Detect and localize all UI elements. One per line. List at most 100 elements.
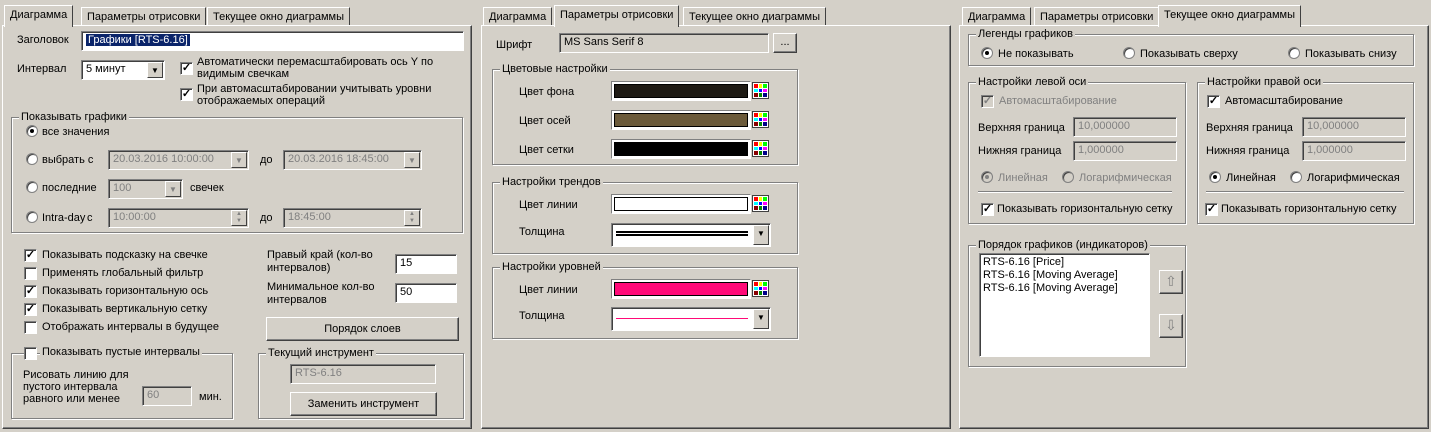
right-lower-input[interactable]: 1,000000 <box>1302 141 1406 161</box>
spinner-icon[interactable]: ▲ ▼ <box>404 210 420 226</box>
move-up-button[interactable]: ⇧ <box>1159 270 1183 294</box>
chevron-down-icon[interactable]: ▼ <box>753 309 769 329</box>
left-linear-radio[interactable] <box>981 171 993 183</box>
choose-range-radio[interactable] <box>26 153 38 165</box>
last-radio[interactable] <box>26 181 38 193</box>
to-date-select[interactable]: 20.03.2016 18:45:00 ▼ <box>283 150 422 170</box>
spinner-icon[interactable]: ▲ ▼ <box>231 210 247 226</box>
grid-color-swatch[interactable] <box>611 139 751 159</box>
bg-color-label: Цвет фона <box>519 86 575 98</box>
h-axis-checkbox[interactable]: ✓ <box>24 285 37 298</box>
interval-label: Интервал <box>17 63 67 75</box>
right-log-radio[interactable] <box>1290 171 1302 183</box>
right-autoscale-checkbox[interactable]: ✓ <box>1207 95 1220 108</box>
tab-render-settings[interactable]: Параметры отрисовки <box>81 7 207 27</box>
legend-bottom-radio[interactable] <box>1288 47 1300 59</box>
group-label: Настройки левой оси <box>976 76 1089 88</box>
tab-chart[interactable]: Диаграмма <box>4 5 74 27</box>
palette-icon[interactable] <box>752 280 769 297</box>
panel-current-window: Диаграмма Параметры отрисовки Текущее ок… <box>957 0 1431 432</box>
chevron-down-icon[interactable]: ▼ <box>165 181 181 197</box>
list-item[interactable]: RTS-6.16 [Moving Average] <box>983 269 1146 282</box>
right-edge-input[interactable]: 15 <box>395 254 457 274</box>
left-lower-label: Нижняя граница <box>978 145 1062 157</box>
last-label: последние <box>42 182 97 194</box>
global-filter-checkbox[interactable] <box>24 267 37 280</box>
min-count-input[interactable]: 50 <box>395 283 457 303</box>
tab-current-window[interactable]: Текущее окно диаграммы <box>1158 5 1302 27</box>
intraday-radio[interactable] <box>26 211 38 223</box>
trend-width-select[interactable]: ▼ <box>611 223 771 247</box>
palette-icon[interactable] <box>752 195 769 212</box>
level-width-label: Толщина <box>519 310 565 322</box>
font-picker-button[interactable]: ... <box>773 33 797 53</box>
bg-color-swatch[interactable] <box>611 81 751 101</box>
replace-instrument-button[interactable]: Заменить инструмент <box>290 392 437 416</box>
group-label: Порядок графиков (индикаторов) <box>976 239 1150 251</box>
global-filter-label: Применять глобальный фильтр <box>42 267 204 279</box>
axis-color-swatch[interactable] <box>611 110 751 130</box>
from-date-select[interactable]: 20.03.2016 10:00:00 ▼ <box>108 150 249 170</box>
legend-top-label: Показывать сверху <box>1140 48 1238 60</box>
arrow-down-icon: ⇩ <box>1165 317 1177 333</box>
list-item[interactable]: RTS-6.16 [Price] <box>983 256 1146 269</box>
list-item[interactable]: RTS-6.16 [Moving Average] <box>983 282 1146 295</box>
show-empty-label: Показывать пустые интервалы <box>40 346 202 358</box>
right-upper-input[interactable]: 10,000000 <box>1302 117 1406 137</box>
intraday-from-label: с <box>87 212 93 224</box>
legend-top-radio[interactable] <box>1123 47 1135 59</box>
palette-icon[interactable] <box>752 111 769 128</box>
group-label: Цветовые настройки <box>500 63 610 75</box>
tab-render-settings[interactable]: Параметры отрисовки <box>1034 7 1160 27</box>
interval-select[interactable]: 5 минут ▼ <box>81 60 165 80</box>
empty-interval-input[interactable]: 60 <box>142 386 192 406</box>
consider-levels-checkbox[interactable]: ✓ <box>180 88 193 101</box>
last-count-select[interactable]: 100 ▼ <box>108 179 183 199</box>
level-width-select[interactable]: ▼ <box>611 307 771 331</box>
right-h-grid-label: Показывать горизонтальную сетку <box>1221 203 1397 215</box>
chevron-down-icon[interactable]: ▼ <box>753 225 769 245</box>
auto-rescale-checkbox[interactable]: ✓ <box>180 62 193 75</box>
left-upper-input[interactable]: 10,000000 <box>1073 117 1177 137</box>
show-hint-label: Показывать подсказку на свечке <box>42 249 208 261</box>
instrument-input[interactable]: RTS-6.16 <box>290 364 436 384</box>
group-label: Настройки уровней <box>500 261 603 273</box>
future-intervals-checkbox[interactable] <box>24 321 37 334</box>
left-lower-input[interactable]: 1,000000 <box>1073 141 1177 161</box>
move-down-button[interactable]: ⇩ <box>1159 314 1183 338</box>
group-label: Настройки трендов <box>500 176 603 188</box>
show-hint-checkbox[interactable]: ✓ <box>24 249 37 262</box>
right-h-grid-checkbox[interactable]: ✓ <box>1205 203 1218 216</box>
palette-icon[interactable] <box>752 140 769 157</box>
chevron-down-icon[interactable]: ▼ <box>404 152 420 168</box>
intraday-from-input[interactable]: 10:00:00 ▲ ▼ <box>108 208 249 228</box>
palette-icon[interactable] <box>752 82 769 99</box>
to-label: до <box>260 154 273 166</box>
tab-render-settings[interactable]: Параметры отрисовки <box>554 5 680 27</box>
trend-width-label: Толщина <box>519 226 565 238</box>
layer-order-button[interactable]: Порядок слоев <box>266 317 459 341</box>
title-value: Графики [RTS-6.16] <box>86 34 190 46</box>
show-empty-checkbox[interactable] <box>24 347 37 360</box>
legend-none-radio[interactable] <box>981 47 993 59</box>
right-lower-label: Нижняя граница <box>1206 145 1290 157</box>
left-autoscale-checkbox[interactable]: ✓ <box>981 95 994 108</box>
v-grid-checkbox[interactable]: ✓ <box>24 303 37 316</box>
right-linear-radio[interactable] <box>1209 171 1221 183</box>
tab-chart[interactable]: Диаграмма <box>483 7 553 27</box>
tab-chart[interactable]: Диаграмма <box>962 7 1032 27</box>
level-line-color-swatch[interactable] <box>611 279 751 299</box>
chevron-down-icon[interactable]: ▼ <box>147 62 163 78</box>
tab-current-window[interactable]: Текущее окно диаграммы <box>207 7 351 27</box>
title-input[interactable]: Графики [RTS-6.16] <box>81 31 464 51</box>
left-log-radio[interactable] <box>1062 171 1074 183</box>
left-h-grid-checkbox[interactable]: ✓ <box>981 203 994 216</box>
chevron-down-icon[interactable]: ▼ <box>231 152 247 168</box>
trend-line-color-swatch[interactable] <box>611 194 751 214</box>
legend-none-label: Не показывать <box>998 48 1074 60</box>
all-values-radio[interactable] <box>26 125 38 137</box>
tab-current-window[interactable]: Текущее окно диаграммы <box>683 7 827 27</box>
intraday-to-input[interactable]: 18:45:00 ▲ ▼ <box>283 208 422 228</box>
chart-order-list[interactable]: RTS-6.16 [Price] RTS-6.16 [Moving Averag… <box>979 253 1150 357</box>
all-values-label: все значения <box>42 126 110 138</box>
